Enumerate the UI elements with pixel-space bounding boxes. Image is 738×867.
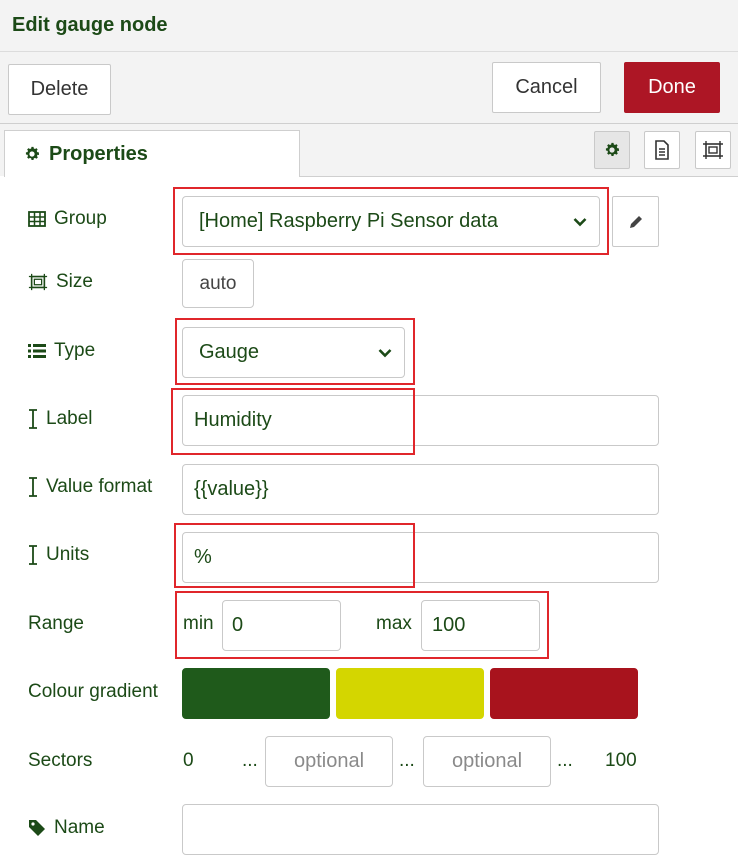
group-label: Group bbox=[28, 208, 107, 230]
sectors-ellipsis: ... bbox=[242, 750, 258, 771]
value-format-label: Value format bbox=[28, 476, 152, 498]
sectors-label: Sectors bbox=[28, 750, 93, 771]
document-icon bbox=[653, 140, 671, 160]
sectors-start-value: 0 bbox=[183, 750, 194, 771]
range-max-label: max bbox=[376, 613, 412, 634]
range-min-input[interactable]: 0 bbox=[222, 600, 341, 651]
layout-frame-icon bbox=[28, 272, 48, 292]
appearance-tab-button[interactable] bbox=[695, 131, 731, 169]
sector-2-input[interactable]: optional bbox=[423, 736, 551, 787]
type-select[interactable]: Gauge bbox=[182, 327, 405, 378]
chevron-down-icon bbox=[378, 348, 392, 358]
name-label: Name bbox=[28, 817, 105, 839]
sector-1-input[interactable]: optional bbox=[265, 736, 393, 787]
gear-icon bbox=[23, 145, 41, 163]
text-cursor-icon bbox=[28, 409, 38, 429]
type-label: Type bbox=[28, 340, 95, 362]
dialog-title: Edit gauge node bbox=[12, 14, 168, 36]
text-cursor-icon bbox=[28, 545, 38, 565]
pencil-icon bbox=[628, 214, 644, 230]
list-icon bbox=[28, 344, 46, 358]
edit-group-button[interactable] bbox=[612, 196, 659, 247]
colour-swatch-high[interactable] bbox=[490, 668, 638, 719]
sectors-end-value: 100 bbox=[605, 750, 637, 771]
sectors-ellipsis: ... bbox=[557, 750, 573, 771]
range-max-input[interactable]: 100 bbox=[421, 600, 540, 651]
range-min-label: min bbox=[183, 613, 214, 634]
tab-properties-label: Properties bbox=[49, 142, 148, 165]
description-tab-button[interactable] bbox=[644, 131, 680, 169]
tab-properties[interactable]: Properties bbox=[4, 130, 300, 177]
done-button[interactable]: Done bbox=[624, 62, 720, 113]
name-input[interactable] bbox=[182, 804, 659, 855]
range-label: Range bbox=[28, 613, 84, 634]
sectors-ellipsis: ... bbox=[399, 750, 415, 771]
table-icon bbox=[28, 211, 46, 227]
layout-frame-icon bbox=[702, 140, 724, 160]
gear-icon bbox=[603, 141, 621, 159]
tag-icon bbox=[28, 819, 46, 837]
colour-swatch-low[interactable] bbox=[182, 668, 330, 719]
colour-gradient-label: Colour gradient bbox=[28, 681, 158, 702]
cancel-button[interactable]: Cancel bbox=[492, 62, 601, 113]
size-button[interactable]: auto bbox=[182, 259, 254, 308]
units-label: Units bbox=[28, 544, 89, 566]
settings-tab-button[interactable] bbox=[594, 131, 630, 169]
colour-swatch-mid[interactable] bbox=[336, 668, 484, 719]
chevron-down-icon bbox=[573, 217, 587, 227]
value-format-input[interactable]: {{value}} bbox=[182, 464, 659, 515]
text-cursor-icon bbox=[28, 477, 38, 497]
group-select[interactable]: [Home] Raspberry Pi Sensor data bbox=[182, 196, 600, 247]
highlight-units bbox=[174, 523, 415, 588]
highlight-label bbox=[171, 388, 415, 455]
size-label: Size bbox=[28, 271, 93, 293]
tab-divider bbox=[300, 176, 738, 177]
delete-button[interactable]: Delete bbox=[8, 64, 111, 115]
label-label: Label bbox=[28, 408, 93, 430]
